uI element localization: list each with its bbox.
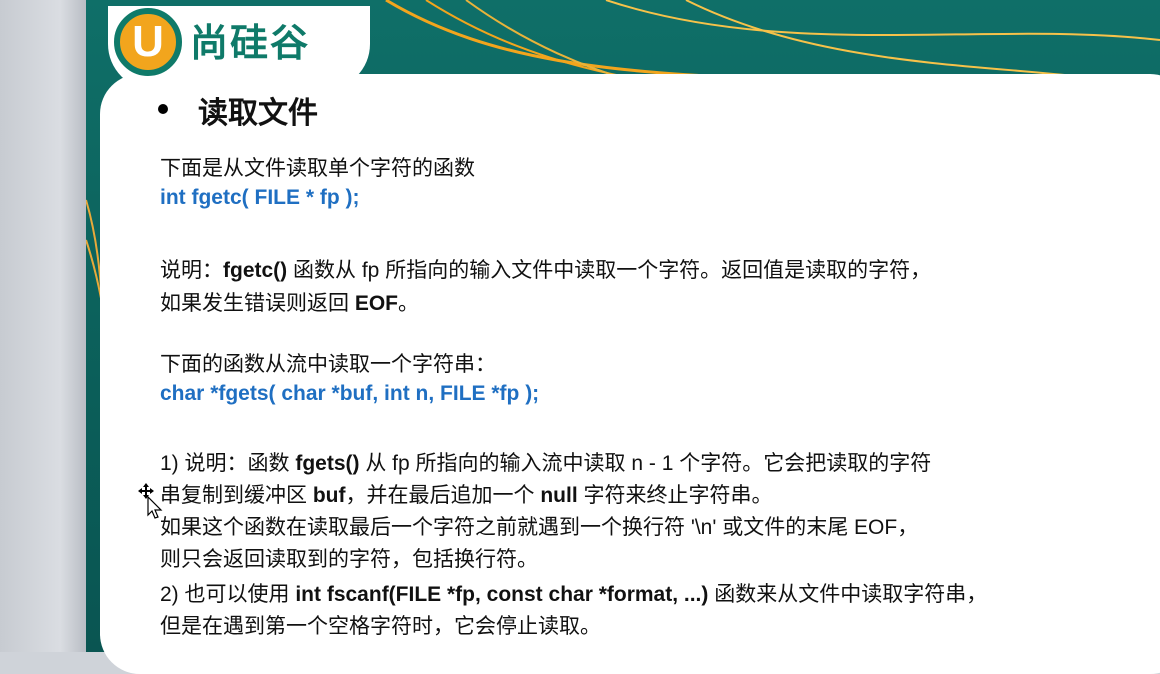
inline-code: buf	[312, 484, 346, 507]
inline-code: fgetc()	[223, 259, 288, 282]
text-span: 2) 也可以使用	[160, 583, 296, 606]
inline-code: null	[540, 484, 578, 507]
inline-code: EOF	[354, 292, 399, 315]
text-span: 从 fp 所指向的输入流中读取 n - 1 个字符。它会把读取的字符	[359, 452, 932, 475]
text-span: 1) 说明：函数	[160, 452, 296, 475]
text-line-8: 串复制到缓冲区 buf，并在最后追加一个 null 字符来终止字符串。	[160, 479, 773, 509]
text-span: 如果发生错误则返回	[160, 292, 355, 315]
text-line-12: 但是在遇到第一个空格字符时，它会停止读取。	[160, 615, 601, 638]
text-span: 字符来终止字符串。	[577, 484, 773, 507]
text-line-1: 下面是从文件读取单个字符的函数	[160, 157, 475, 180]
text-span: 函数从 fp 所指向的输入文件中读取一个字符。返回值是读取的字符，	[287, 259, 932, 282]
text-span: 说明：	[160, 259, 223, 282]
text-span: 串复制到缓冲区	[160, 484, 313, 507]
text-span: 。	[398, 292, 420, 315]
text-span: 函数来从文件中读取字符串，	[708, 583, 988, 606]
inline-code: int fscanf(FILE *fp, const char *format,…	[295, 583, 709, 606]
move-cursor-icon	[138, 483, 163, 519]
bullet-icon	[158, 104, 168, 114]
text-line-3: 说明：fgetc() 函数从 fp 所指向的输入文件中读取一个字符。返回值是读取…	[160, 254, 931, 284]
slide-heading: 读取文件	[198, 97, 318, 130]
code-fgets: char *fgets( char *buf, int n, FILE *fp …	[160, 382, 540, 405]
text-line-4: 如果发生错误则返回 EOF。	[160, 287, 419, 317]
text-line-9: 如果这个函数在读取最后一个字符之前就遇到一个换行符 '\n' 或文件的末尾 EO…	[160, 516, 919, 539]
text-line-5: 下面的函数从流中读取一个字符串：	[160, 353, 496, 376]
logo-letter: U	[132, 17, 164, 66]
text-span: ，并在最后追加一个	[345, 484, 541, 507]
text-line-7: 1) 说明：函数 fgets() 从 fp 所指向的输入流中读取 n - 1 个…	[160, 447, 931, 477]
text-line-10: 则只会返回读取到的字符，包括换行符。	[160, 548, 538, 571]
code-fgetc: int fgetc( FILE * fp );	[160, 186, 360, 209]
presentation-side-strip	[0, 0, 86, 652]
text-line-11: 2) 也可以使用 int fscanf(FILE *fp, const char…	[160, 578, 987, 608]
logo-text: 尚硅谷	[190, 23, 311, 65]
inline-code: fgets()	[295, 452, 360, 475]
logo-mark: U	[114, 8, 182, 76]
